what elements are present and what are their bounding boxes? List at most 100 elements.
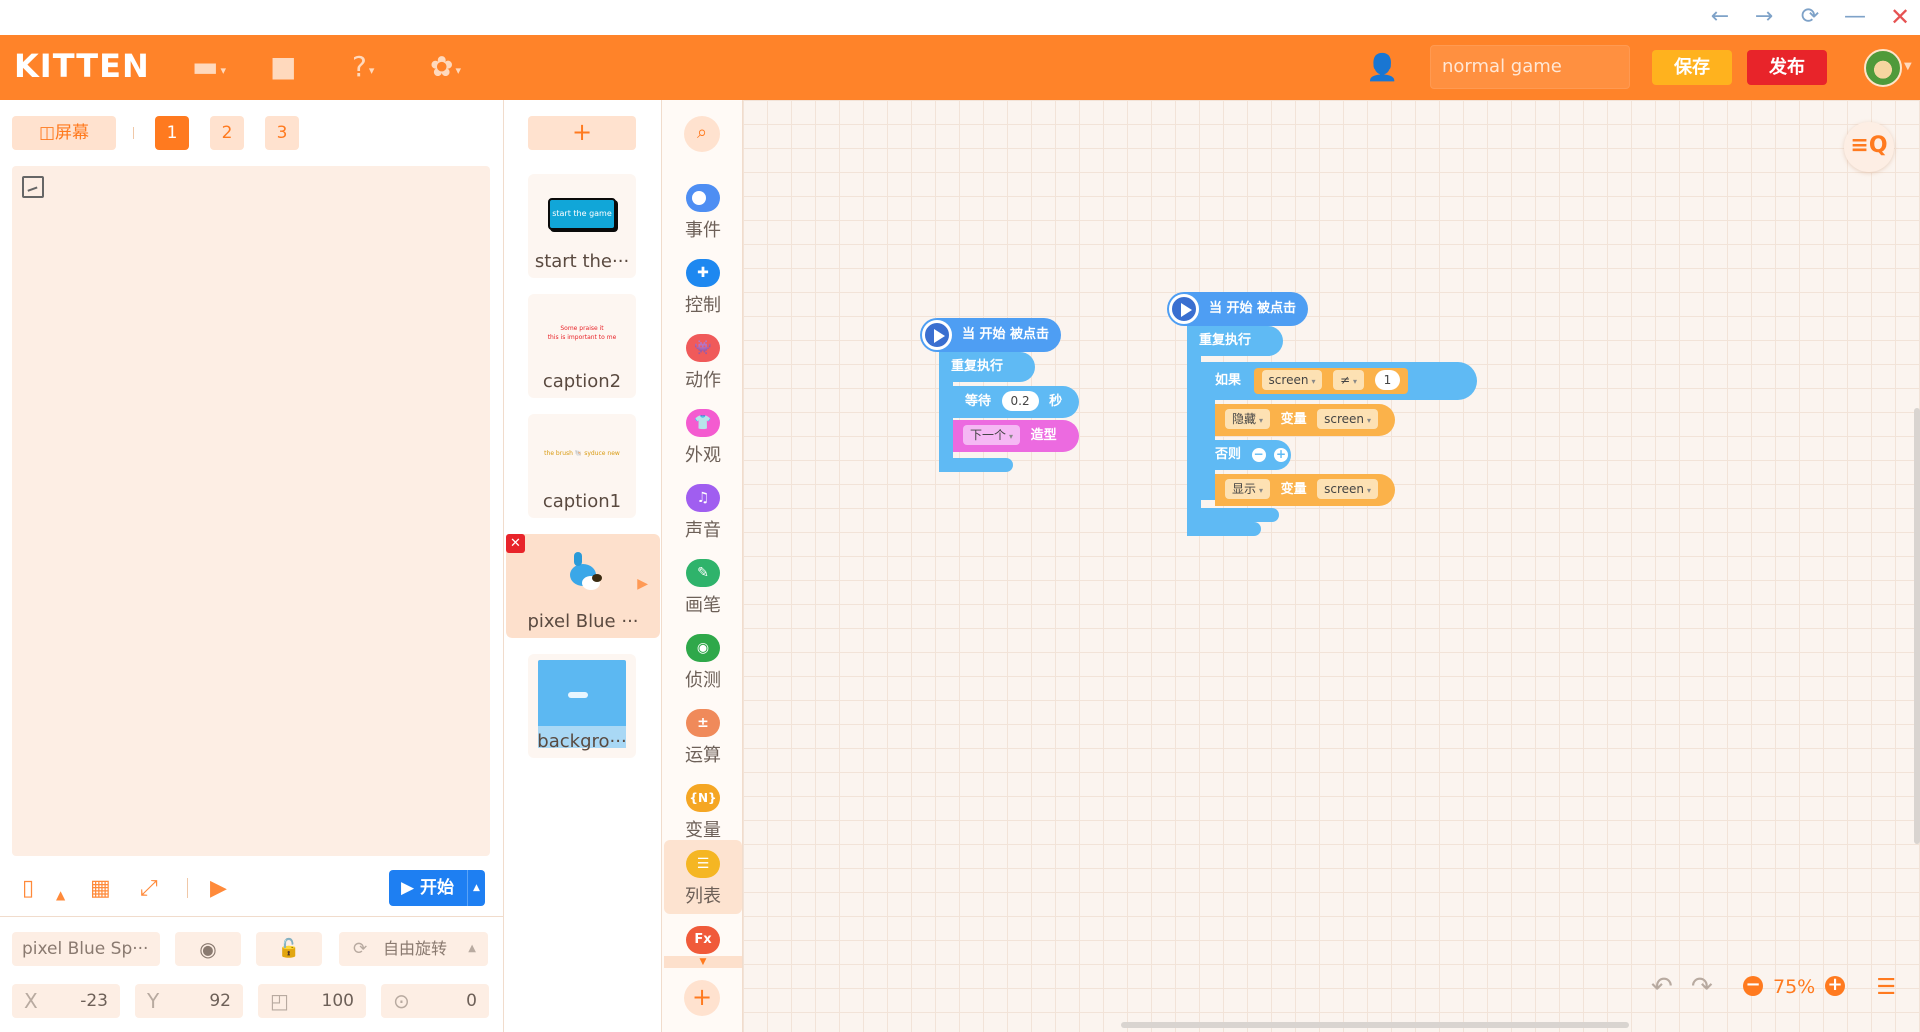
stage-size-icon[interactable]: ▯: [22, 876, 34, 902]
zoom-out-button[interactable]: −: [1743, 976, 1763, 996]
control-icon: ✚: [686, 259, 720, 287]
play-icon: [1169, 294, 1199, 324]
add-sprite-button[interactable]: +: [528, 116, 636, 150]
horizontal-scrollbar[interactable]: [1121, 1022, 1629, 1028]
category-pen[interactable]: ✎ 画笔: [664, 549, 742, 623]
add-extension-button[interactable]: +: [684, 980, 720, 1016]
size-field[interactable]: ◰ 100: [258, 984, 366, 1018]
category-list[interactable]: ☰ 列表: [664, 840, 742, 914]
window-titlebar: ← → ⟳ — ✕: [0, 0, 1920, 35]
close-icon[interactable]: ✕: [1882, 2, 1918, 32]
caret-up-icon[interactable]: ▲: [467, 870, 485, 906]
sprite-item-background[interactable]: backgro···: [528, 654, 636, 758]
visibility-toggle[interactable]: ◉: [175, 932, 241, 966]
stage-canvas[interactable]: [12, 166, 490, 856]
category-functions[interactable]: Fx: [664, 916, 742, 956]
category-control[interactable]: ✚ 控制: [664, 249, 742, 323]
image-placeholder-icon: [22, 176, 44, 198]
show-dropdown[interactable]: 显示 ▾: [1225, 479, 1271, 499]
sprite-item-pixel-blue[interactable]: ✕ ▶ pixel Blue ···: [506, 534, 660, 638]
forward-icon[interactable]: →: [1746, 2, 1782, 32]
chevron-down-icon[interactable]: ▼: [1904, 61, 1912, 72]
delete-sprite-icon[interactable]: ✕: [506, 534, 525, 553]
folder-icon[interactable]: ▬ ▾: [192, 51, 226, 89]
variable-dropdown[interactable]: screen ▾: [1261, 370, 1323, 390]
save-button[interactable]: 保存: [1652, 50, 1732, 85]
grid-icon[interactable]: ▦: [90, 876, 111, 902]
start-button[interactable]: ▶ 开始 ▲: [389, 870, 485, 906]
y-position-field[interactable]: Y 92: [135, 984, 243, 1018]
minimize-icon[interactable]: —: [1837, 2, 1873, 32]
not-equal-condition[interactable]: screen ▾ ≠ ▾ 1: [1253, 368, 1409, 394]
stage-panel: ◫屏幕 1 2 3 ▯ ▲ ▦ ⤢ ▶ ▶ 开始 ▲ pixel Blue Sp·…: [0, 100, 503, 1032]
publish-button[interactable]: 发布: [1747, 50, 1827, 85]
scene-tab-2[interactable]: 2: [210, 116, 244, 150]
category-looks[interactable]: 👕 外观: [664, 399, 742, 473]
loop-foot: [1187, 522, 1261, 536]
sprite-name-field[interactable]: pixel Blue Sp···: [12, 932, 160, 966]
undo-icon[interactable]: ↶: [1651, 972, 1673, 1002]
forever-loop-block[interactable]: 重复执行: [939, 352, 1035, 382]
direction-field[interactable]: ⊙ 0: [381, 984, 489, 1018]
when-start-clicked-block[interactable]: 当 开始 被点击: [1167, 292, 1309, 326]
search-blocks-icon[interactable]: ≡Q: [1844, 122, 1894, 172]
when-start-clicked-block[interactable]: 当 开始 被点击: [920, 318, 1062, 352]
backpack-icon[interactable]: ■: [270, 51, 296, 83]
zoom-in-button[interactable]: +: [1825, 976, 1845, 996]
block-list-icon[interactable]: ☰: [1876, 975, 1896, 1000]
caret-up-icon[interactable]: ▲: [56, 882, 65, 908]
game-name-input[interactable]: normal game: [1430, 45, 1630, 89]
app-header: KITTEN ▬ ▾ ■ ? ▾ ✿ ▾ 👤 normal game 保存 发布 ▼: [0, 35, 1920, 100]
chevron-down-icon[interactable]: ▼: [664, 956, 742, 968]
if-else-block[interactable]: 如果 screen ▾ ≠ ▾ 1: [1201, 362, 1477, 400]
add-collaborator-icon[interactable]: 👤: [1366, 53, 1398, 83]
category-variables[interactable]: {N} 变量: [664, 774, 742, 848]
operator-dropdown[interactable]: ≠ ▾: [1332, 370, 1365, 390]
sprite-item-caption2[interactable]: Some praise it this is important to me c…: [528, 294, 636, 398]
costume-dropdown[interactable]: 下一个 ▾: [963, 425, 1021, 445]
chevron-right-icon[interactable]: ▶: [637, 576, 648, 592]
code-workspace[interactable]: ≡Q 当 开始 被点击 重复执行 等待 0.2 秒 下一个 ▾ 造型 当 开始 被…: [743, 100, 1920, 1032]
lock-toggle[interactable]: 🔓: [256, 932, 322, 966]
category-operators[interactable]: ± 运算: [664, 699, 742, 773]
kitten-logo: KITTEN: [14, 47, 150, 85]
redo-icon[interactable]: ↷: [1691, 972, 1713, 1002]
rotation-mode-select[interactable]: ⟳ 自由旋转 ▲: [339, 932, 488, 966]
x-position-field[interactable]: X -23: [12, 984, 120, 1018]
next-costume-block[interactable]: 下一个 ▾ 造型: [953, 420, 1079, 452]
category-sensing[interactable]: ◉ 侦测: [664, 624, 742, 698]
settings-gear-icon[interactable]: ✿ ▾: [430, 51, 461, 89]
avatar[interactable]: [1864, 49, 1902, 87]
screen-toggle-button[interactable]: ◫屏幕: [12, 116, 116, 150]
category-sound[interactable]: ♫ 声音: [664, 474, 742, 548]
wait-block[interactable]: 等待 0.2 秒: [953, 386, 1079, 418]
category-events[interactable]: 事件: [664, 174, 742, 248]
category-motion[interactable]: 👾 动作: [664, 324, 742, 398]
scene-tab-3[interactable]: 3: [265, 116, 299, 150]
variable-dropdown[interactable]: screen ▾: [1317, 409, 1379, 429]
rotate-icon: ⟳: [353, 939, 368, 959]
fx-icon: Fx: [686, 926, 720, 954]
record-icon[interactable]: ▶: [210, 876, 227, 902]
else-section[interactable]: 否则 − +: [1201, 440, 1291, 470]
variable-dropdown[interactable]: screen ▾: [1317, 479, 1379, 499]
minus-icon[interactable]: −: [1251, 448, 1266, 462]
show-variable-block[interactable]: 显示 ▾ 变量 screen ▾: [1215, 474, 1395, 506]
scene-tab-1[interactable]: 1: [155, 116, 189, 150]
hide-dropdown[interactable]: 隐藏 ▾: [1225, 409, 1271, 429]
lock-icon: 🔓: [277, 938, 301, 959]
hide-variable-block[interactable]: 隐藏 ▾ 变量 screen ▾: [1215, 404, 1395, 436]
if-foot: [1201, 508, 1279, 522]
fullscreen-icon[interactable]: ⤢: [140, 876, 158, 902]
plus-icon[interactable]: +: [1274, 448, 1289, 462]
search-icon[interactable]: ⌕: [684, 116, 720, 152]
forever-loop-block[interactable]: 重复执行: [1187, 326, 1283, 356]
help-icon[interactable]: ? ▾: [352, 51, 374, 89]
sprite-item-start[interactable]: start the game start the···: [528, 174, 636, 278]
sprite-thumbnail: the brush 🐚 syduce new: [544, 450, 620, 457]
refresh-icon[interactable]: ⟳: [1792, 2, 1828, 32]
vertical-scrollbar[interactable]: [1914, 408, 1920, 844]
sprite-item-caption1[interactable]: the brush 🐚 syduce new caption1: [528, 414, 636, 518]
back-icon[interactable]: ←: [1702, 2, 1738, 32]
divider: [133, 127, 134, 139]
